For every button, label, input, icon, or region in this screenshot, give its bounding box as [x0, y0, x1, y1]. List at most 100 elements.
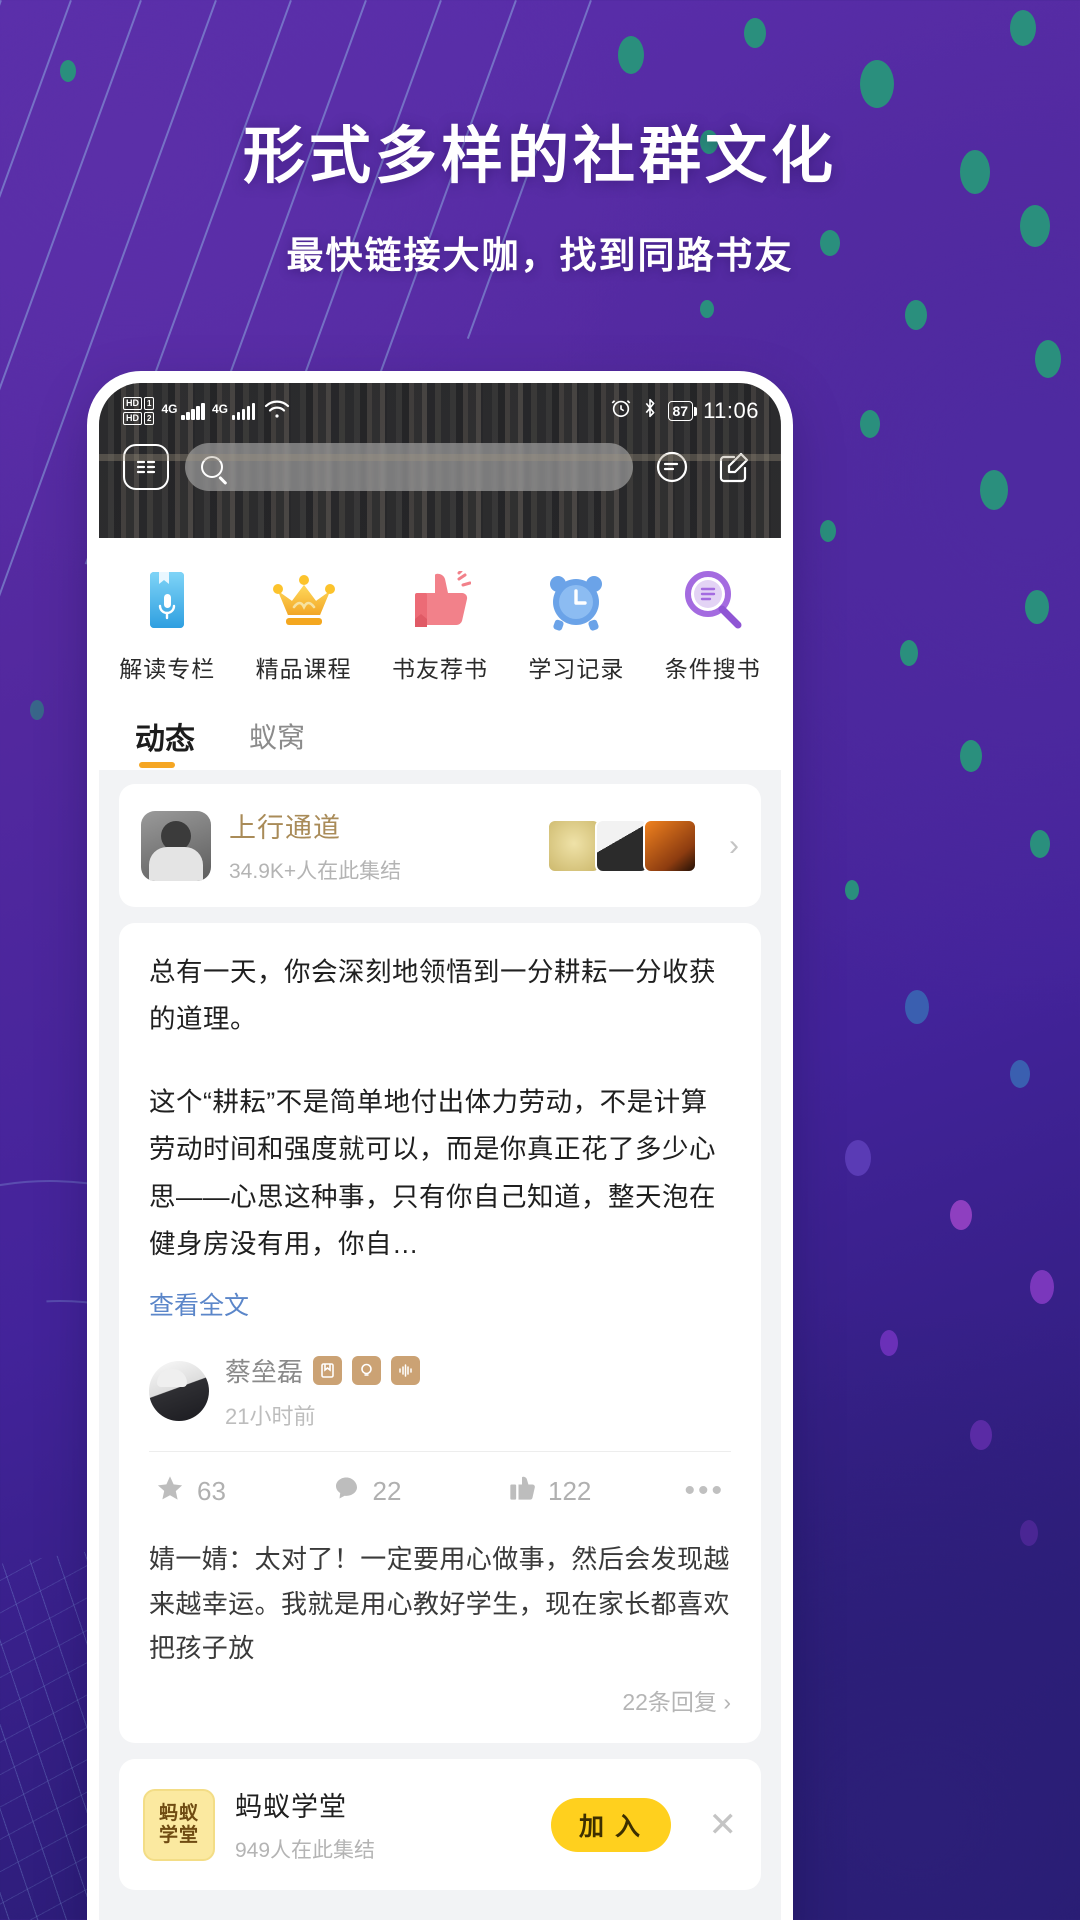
- decor-dot: [1030, 830, 1050, 858]
- decor-dot: [845, 1140, 871, 1176]
- list-menu-icon[interactable]: [123, 444, 169, 490]
- decor-dot: [1035, 340, 1061, 378]
- more-dots-icon[interactable]: •••: [685, 1474, 726, 1508]
- quick-action-1[interactable]: 精品课程: [239, 568, 369, 684]
- group-row[interactable]: 上行通道 34.9K+人在此集结 ›: [119, 784, 761, 907]
- join-button[interactable]: 加 入: [550, 1797, 671, 1852]
- stat-comment[interactable]: 22: [332, 1474, 509, 1508]
- avatar: [595, 818, 649, 873]
- network-type-label: 4G: [161, 402, 178, 416]
- feed-tabs: 动态 蚁窝: [99, 702, 781, 770]
- decor-dot: [900, 640, 918, 666]
- tab-dongtai[interactable]: 动态: [135, 714, 195, 770]
- group-name: 上行通道: [229, 813, 341, 843]
- decor-dot: [744, 18, 766, 48]
- app-top-bar: [99, 433, 781, 491]
- book-mic-icon: [102, 568, 232, 634]
- avatar: [149, 1361, 209, 1422]
- join-row: 蚂蚁 学堂 蚂蚁学堂 949人在此集结 加 入 ✕: [119, 1759, 761, 1890]
- quick-action-label: 学习记录: [528, 656, 625, 682]
- decor-dot: [980, 470, 1008, 510]
- message-icon[interactable]: [649, 444, 695, 490]
- quick-action-label: 解读专栏: [119, 656, 216, 682]
- hd-label: HD: [123, 412, 142, 425]
- decor-dot: [860, 410, 880, 438]
- status-right: 87 11:06: [610, 397, 760, 425]
- hero-section: 形式多样的社群文化 最快链接大咖，找到同路书友: [0, 120, 1080, 279]
- stat-favorite[interactable]: 63: [155, 1474, 332, 1509]
- app-header: HD 1 HD 2 4G 4G 87 11:06: [99, 383, 781, 538]
- post-paragraph-2: 这个“耕耘”不是简单地付出体力劳动，不是计算劳动时间和强度就可以，而是你真正花了…: [149, 1087, 716, 1259]
- close-icon[interactable]: ✕: [709, 1805, 738, 1845]
- decor-dot: [880, 1330, 898, 1356]
- join-group-avatar: 蚂蚁 学堂: [143, 1788, 215, 1861]
- stat-like[interactable]: 122: [508, 1474, 685, 1508]
- like-icon: [508, 1474, 536, 1508]
- reply-count-label: 22条回复: [622, 1689, 717, 1716]
- top-comment[interactable]: 婧一婧：太对了！一定要用心做事，然后会发现越来越幸运。我就是用心教好学生，现在家…: [119, 1531, 761, 1743]
- quick-action-0[interactable]: 解读专栏: [102, 568, 232, 684]
- decor-dot: [1030, 1270, 1054, 1304]
- group-avatar: [141, 810, 211, 881]
- search-input[interactable]: [185, 443, 633, 491]
- phone-screen: HD 1 HD 2 4G 4G 87 11:06 解读专栏 精品课程 书友荐书 …: [99, 383, 781, 1920]
- battery-indicator: 87: [667, 401, 697, 421]
- post-time: 21小时前: [225, 1403, 316, 1429]
- quick-actions: 解读专栏 精品课程 书友荐书 学习记录 条件搜书: [99, 538, 781, 702]
- reply-count-link[interactable]: 22条回复 ›: [149, 1683, 731, 1717]
- avatar: [547, 818, 601, 873]
- status-left: HD 1 HD 2 4G 4G: [123, 397, 290, 425]
- comment-icon: [332, 1474, 361, 1508]
- magnifier-icon: [648, 568, 778, 634]
- post-stats: 63 22 122 •••: [119, 1452, 761, 1531]
- group-member-avatars: [547, 818, 697, 873]
- bluetooth-icon: [642, 397, 658, 425]
- post-card: 总有一天，你会深刻地领悟到一分耕耘一分收获的道理。 这个“耕耘”不是简单地付出体…: [119, 923, 761, 1744]
- decor-dot: [860, 60, 894, 108]
- phone-mockup: HD 1 HD 2 4G 4G 87 11:06 解读专栏 精品课程 书友荐书 …: [99, 383, 781, 1920]
- decor-dot: [950, 1200, 972, 1230]
- decor-dot: [960, 740, 982, 772]
- quick-action-label: 精品课程: [255, 656, 352, 682]
- signal-bars-icon: [231, 402, 256, 420]
- book-badge-icon: [313, 1355, 343, 1385]
- join-group-name: 蚂蚁学堂: [235, 1792, 347, 1823]
- group-card[interactable]: 上行通道 34.9K+人在此集结 ›: [119, 784, 761, 907]
- bulb-badge-icon: [352, 1355, 382, 1385]
- chevron-right-icon: ›: [723, 1689, 731, 1716]
- tab-yiwo[interactable]: 蚁窝: [249, 716, 305, 768]
- group-meta: 上行通道 34.9K+人在此集结: [229, 806, 535, 885]
- audio-badge-icon: [391, 1355, 421, 1385]
- network-type-label: 4G: [211, 402, 228, 416]
- signal-bars-icon: [181, 402, 205, 420]
- decor-streak: [0, 0, 72, 640]
- hd-label: HD: [123, 397, 142, 410]
- comment-text: 婧一婧：太对了！一定要用心做事，然后会发现越来越幸运。我就是用心教好学生，现在家…: [149, 1543, 730, 1664]
- hd2-indicator: HD 2: [123, 412, 155, 425]
- decor-dot: [1010, 10, 1036, 46]
- chevron-right-icon[interactable]: ›: [729, 829, 739, 863]
- stat-value: 122: [548, 1475, 592, 1506]
- author-name: 蔡垒磊: [225, 1356, 304, 1387]
- compose-icon[interactable]: [711, 444, 757, 490]
- status-clock: 11:06: [703, 398, 759, 423]
- join-meta: 蚂蚁学堂 949人在此集结: [235, 1785, 531, 1864]
- quick-action-4[interactable]: 条件搜书: [648, 568, 778, 684]
- decor-dot: [1020, 1520, 1038, 1546]
- stat-value: 63: [197, 1475, 226, 1506]
- quick-action-label: 条件搜书: [664, 656, 761, 682]
- quick-action-label: 书友荐书: [391, 656, 488, 682]
- decor-dot: [60, 60, 76, 82]
- decor-dot: [845, 880, 859, 900]
- quick-action-3[interactable]: 学习记录: [511, 568, 641, 684]
- signal-1: 4G: [161, 402, 205, 420]
- post-body: 总有一天，你会深刻地领悟到一分耕耘一分收获的道理。 这个“耕耘”不是简单地付出体…: [119, 923, 761, 1326]
- wifi-icon: [264, 399, 290, 424]
- join-avatar-line2: 学堂: [158, 1824, 199, 1846]
- hd-indicators: HD 1 HD 2: [123, 397, 155, 425]
- quick-action-2[interactable]: 书友荐书: [375, 568, 505, 684]
- read-more-link[interactable]: 查看全文: [149, 1286, 731, 1322]
- hd-sim-number: 1: [144, 397, 155, 410]
- avatar: [643, 818, 697, 873]
- post-author-row[interactable]: 蔡垒磊 21小时前: [119, 1326, 761, 1451]
